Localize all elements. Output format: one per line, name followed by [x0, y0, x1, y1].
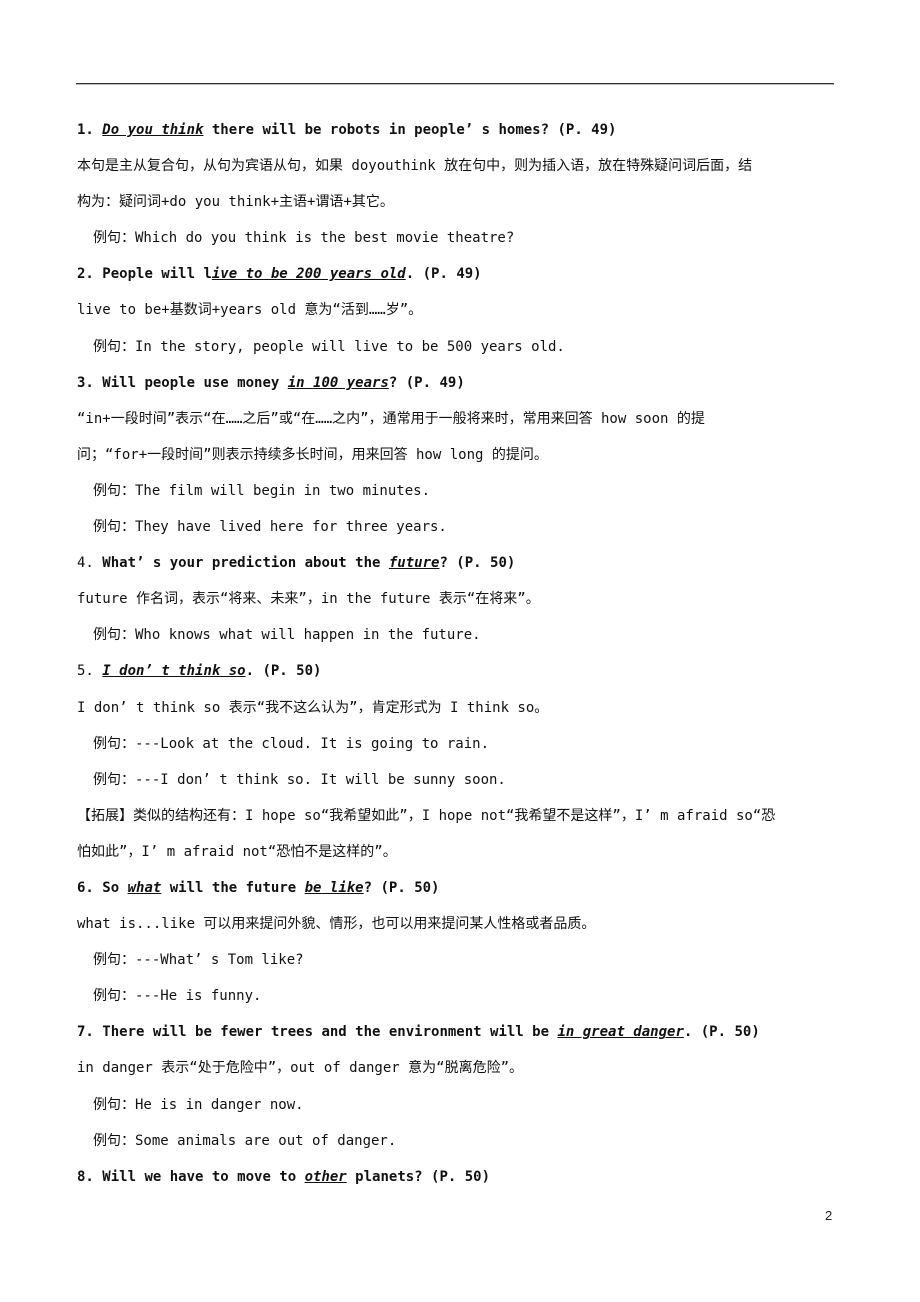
- item-heading: 6. So what will the future be like? (P. …: [77, 879, 440, 896]
- item-heading: 1. Do you think there will be robots in …: [77, 122, 617, 138]
- page-number: 2: [825, 1208, 833, 1223]
- example-sentence: 例句：Some animals are out of danger.: [93, 1132, 397, 1149]
- example-sentence: 例句：---He is funny.: [93, 988, 262, 1005]
- item-number: 5.: [77, 663, 103, 680]
- item-heading: 8. Will we have to move to other planets…: [77, 1168, 491, 1185]
- explanation-line: what is...like 可以用来提问外貌、情形，也可以用来提问某人性格或者…: [77, 916, 596, 933]
- key-phrase: be like: [304, 879, 364, 896]
- extension-note: 【拓展】类似的结构还有：I hope so“我希望如此”，I hope not“…: [77, 807, 776, 824]
- item-number: 3.: [77, 374, 103, 391]
- key-phrase: future: [388, 555, 440, 572]
- extension-note: 怕如此”，I’ m afraid not“恐怕不是这样的”。: [77, 843, 397, 860]
- explanation-line: 构为：疑问词+do you think+主语+谓语+其它。: [77, 194, 394, 211]
- item-number: 2.: [77, 266, 103, 283]
- example-sentence: 例句：---I don’ t think so. It will be sunn…: [93, 771, 506, 788]
- key-phrase: other: [304, 1168, 347, 1185]
- document-body: 1. Do you think there will be robots in …: [77, 116, 857, 1199]
- item-number: 6.: [77, 879, 103, 896]
- explanation-line: I don’ t think so 表示“我不这么认为”，肯定形式为 I thi…: [77, 699, 549, 716]
- item-heading: 5. I don’ t think so. (P. 50): [77, 663, 322, 680]
- key-phrase: ive to be 200 years old: [211, 266, 406, 283]
- item-number: 1.: [77, 122, 103, 138]
- key-phrase: in great danger: [557, 1024, 684, 1041]
- item-number: 7.: [77, 1024, 103, 1041]
- example-sentence: 例句：In the story, people will live to be …: [93, 338, 565, 355]
- key-phrase: in 100 years: [287, 374, 389, 391]
- item-heading: 4. What’ s your prediction about the fut…: [77, 555, 516, 572]
- example-sentence: 例句：---Look at the cloud. It is going to …: [93, 735, 490, 752]
- example-sentence: 例句：They have lived here for three years.: [93, 519, 447, 536]
- explanation-line: future 作名词，表示“将来、未来”，in the future 表示“在将…: [77, 591, 540, 608]
- key-phrase: I don’ t think so: [102, 663, 246, 680]
- header-rule: [76, 83, 834, 85]
- explanation-line: live to be+基数词+years old 意为“活到……岁”。: [77, 302, 423, 319]
- item-number: 8.: [77, 1168, 103, 1185]
- example-sentence: 例句：Which do you think is the best movie …: [93, 230, 515, 247]
- explanation-line: 本句是主从复合句，从句为宾语从句，如果 doyouthink 放在句中，则为插入…: [77, 158, 753, 175]
- item-heading: 7. There will be fewer trees and the env…: [77, 1024, 760, 1041]
- example-sentence: 例句：The film will begin in two minutes.: [93, 482, 431, 499]
- explanation-line: in danger 表示“处于危险中”，out of danger 意为“脱离危…: [77, 1060, 524, 1077]
- explanation-line: 问；“for+一段时间”则表示持续多长时间，用来回答 how long 的提问。: [77, 446, 548, 463]
- item-heading: 3. Will people use money in 100 years? (…: [77, 374, 465, 391]
- explanation-line: “in+一段时间”表示“在……之后”或“在……之内”，通常用于一般将来时，常用来…: [77, 410, 705, 427]
- key-phrase: what: [127, 879, 162, 896]
- example-sentence: 例句：Who knows what will happen in the fut…: [93, 627, 481, 644]
- example-sentence: 例句：---What’ s Tom like?: [93, 952, 304, 969]
- example-sentence: 例句：He is in danger now.: [93, 1096, 304, 1113]
- item-heading: 2. People will live to be 200 years old.…: [77, 266, 482, 283]
- key-phrase: Do you think: [102, 122, 204, 138]
- item-number: 4.: [77, 555, 103, 572]
